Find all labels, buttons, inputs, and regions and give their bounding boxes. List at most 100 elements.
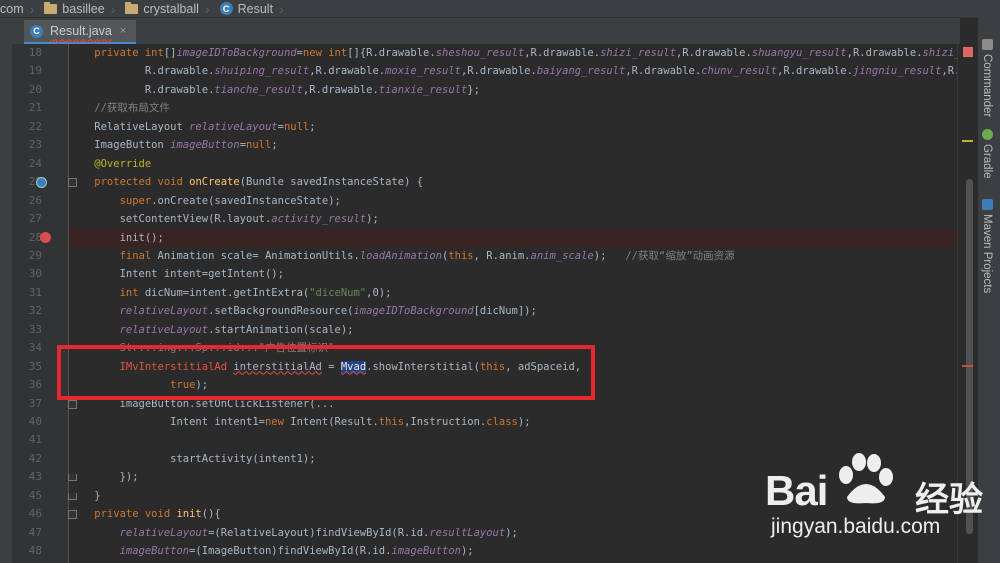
line-number: 29 bbox=[28, 248, 42, 262]
code-line[interactable]: super.onCreate(savedInstanceState); bbox=[69, 192, 341, 210]
code-token: ImageButton bbox=[69, 139, 171, 152]
line-number: 42 bbox=[28, 451, 42, 465]
error-indicator-icon[interactable] bbox=[963, 47, 973, 57]
breakpoint-line-highlight bbox=[69, 228, 957, 247]
project-tool-strip[interactable] bbox=[0, 44, 12, 563]
code-token: Intent(Result. bbox=[290, 416, 379, 428]
java-class-icon: C bbox=[219, 2, 233, 15]
breakpoint-icon[interactable] bbox=[40, 231, 51, 243]
code-token: imageIDToBackground bbox=[176, 47, 297, 59]
code-line[interactable]: Intent intent1=new Intent(Result.this,In… bbox=[69, 413, 530, 431]
code-token: private bbox=[69, 508, 145, 521]
tool-window-gradle[interactable]: Gradle bbox=[981, 129, 993, 179]
code-token: new bbox=[302, 47, 329, 59]
line-number: 41 bbox=[28, 433, 42, 447]
code-line[interactable]: protected void onCreate(Bundle savedInst… bbox=[69, 173, 423, 191]
line-number-gutter[interactable]: 1819202122232425262728293031323334353637… bbox=[12, 44, 77, 563]
chevron-right-icon: › bbox=[279, 0, 284, 17]
code-line[interactable]: init(); bbox=[69, 229, 164, 247]
line-number: 36 bbox=[28, 378, 42, 392]
error-mark[interactable] bbox=[962, 365, 973, 367]
code-token: chunv_result bbox=[701, 65, 778, 78]
line-number: 24 bbox=[28, 156, 42, 170]
code-line[interactable]: relativeLayout.startAnimation(scale); bbox=[69, 321, 354, 339]
commander-icon bbox=[981, 39, 993, 50]
code-line[interactable]: relativeLayout.setBackgroundResource(ima… bbox=[69, 302, 537, 320]
breadcrumb-item-com[interactable]: com › bbox=[0, 0, 44, 17]
editor-tab-bar: C Result.java × bbox=[0, 18, 960, 45]
code-token: resultLayout bbox=[429, 526, 506, 539]
code-token: , R.anim. bbox=[473, 249, 531, 262]
code-line[interactable]: setContentView(R.layout.activity_result)… bbox=[69, 210, 379, 228]
code-line[interactable]: R.drawable.shuiping_result,R.drawable.mo… bbox=[69, 62, 957, 80]
code-line[interactable]: ImageButton imageButton=null; bbox=[69, 136, 278, 154]
override-method-icon[interactable] bbox=[36, 177, 47, 189]
code-line[interactable]: } bbox=[69, 487, 100, 505]
tool-window-maven[interactable]: Maven Projects bbox=[981, 199, 993, 293]
code-token: @Override bbox=[69, 157, 152, 170]
close-icon[interactable]: × bbox=[120, 25, 126, 37]
watermark-brand: Bai bbox=[765, 467, 828, 514]
tab-result-java[interactable]: C Result.java × bbox=[24, 20, 136, 44]
code-line[interactable]: private void init(){ bbox=[69, 505, 221, 523]
line-number: 30 bbox=[28, 267, 42, 281]
code-token: void bbox=[157, 176, 190, 189]
folder-icon bbox=[44, 1, 58, 14]
code-token: []{R.drawable. bbox=[347, 47, 436, 59]
breadcrumb-item-basillee[interactable]: basillee › bbox=[44, 0, 125, 17]
code-line[interactable]: private int[]imageIDToBackground=new int… bbox=[69, 44, 957, 62]
maven-icon bbox=[981, 199, 993, 210]
code-token: sheshou_result bbox=[435, 47, 525, 59]
tool-window-label: Maven Projects bbox=[981, 214, 993, 294]
line-number: 40 bbox=[28, 415, 42, 428]
code-line[interactable]: relativeLayout=(RelativeLayout)findViewB… bbox=[69, 524, 518, 542]
warning-mark[interactable] bbox=[962, 140, 973, 142]
code-token: //获取“缩放”动画资源 bbox=[625, 249, 735, 262]
breadcrumb: com › basillee › crystalball › C Result … bbox=[0, 0, 1000, 18]
code-token: Intent intent=getIntent(); bbox=[69, 268, 284, 281]
code-token: ,R.drawable. bbox=[846, 47, 923, 59]
code-token: (){ bbox=[201, 508, 221, 521]
line-number: 20 bbox=[28, 82, 42, 96]
breadcrumb-item-result[interactable]: C Result › bbox=[219, 0, 294, 17]
code-line[interactable]: imageButton=(ImageButton)findViewById(R.… bbox=[69, 542, 474, 560]
code-line[interactable]: final Animation scale= AnimationUtils.lo… bbox=[69, 247, 735, 265]
code-line[interactable]: R.drawable.tianche_result,R.drawable.tia… bbox=[69, 81, 480, 99]
breadcrumb-item-crystalball[interactable]: crystalball › bbox=[125, 0, 219, 17]
code-token: shizi_result bbox=[922, 47, 957, 59]
code-token: =(RelativeLayout)findViewById(R.id. bbox=[208, 526, 430, 539]
code-line[interactable]: //获取布局文件 bbox=[69, 99, 170, 117]
code-token: init(); bbox=[69, 231, 164, 244]
code-line[interactable]: @Override bbox=[69, 155, 151, 173]
watermark-cn: 经验 bbox=[915, 480, 983, 520]
code-line[interactable]: RelativeLayout relativeLayout=null; bbox=[69, 118, 315, 136]
code-token: ,R.drawable. bbox=[777, 65, 853, 78]
code-line[interactable]: startActivity(intent1); bbox=[69, 450, 315, 468]
code-token: =(ImageButton)findViewById(R.id. bbox=[189, 545, 392, 558]
code-token: ,R.drawable. bbox=[625, 65, 702, 78]
code-line[interactable]: int dicNum=intent.getIntExtra("diceNum",… bbox=[69, 284, 392, 302]
code-line[interactable]: Intent intent=getIntent(); bbox=[69, 265, 284, 283]
code-token: final bbox=[69, 249, 158, 262]
code-token: ); bbox=[366, 213, 379, 226]
code-token: ; bbox=[271, 139, 278, 152]
code-token: protected bbox=[69, 176, 158, 189]
folder-icon bbox=[125, 1, 139, 14]
paw-logo-icon bbox=[839, 453, 893, 504]
line-number: 47 bbox=[28, 525, 42, 539]
code-token: relativeLayout bbox=[189, 120, 278, 133]
line-number: 26 bbox=[28, 193, 42, 207]
line-number: 46 bbox=[28, 507, 42, 521]
breadcrumb-label: basillee bbox=[62, 1, 105, 16]
line-number: 21 bbox=[28, 101, 42, 115]
code-token: ); bbox=[593, 249, 626, 262]
baidu-jingyan-watermark: Bai 经验 jingyan.baidu.com bbox=[765, 453, 995, 560]
code-line[interactable]: }); bbox=[69, 468, 139, 486]
code-token: jingniu_result bbox=[852, 65, 942, 78]
code-token: int bbox=[69, 286, 145, 299]
tool-window-commander[interactable]: Commander bbox=[981, 39, 993, 117]
breadcrumb-label: com bbox=[0, 1, 24, 16]
breadcrumb-label: Result bbox=[237, 1, 274, 16]
line-number: 28 bbox=[28, 230, 42, 244]
breadcrumb-label: crystalball bbox=[143, 1, 199, 16]
